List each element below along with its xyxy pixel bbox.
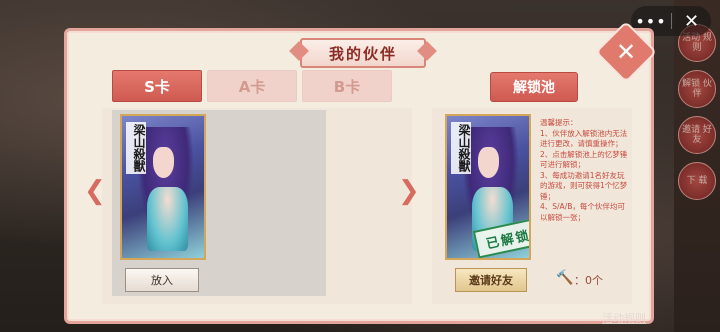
card-art-body [146, 187, 188, 251]
page-title: 我的伙伴 [300, 38, 426, 68]
side-button-4[interactable]: 下 载 [678, 162, 716, 200]
rules-link[interactable]: 活动规则 [602, 310, 646, 326]
close-icon[interactable]: ✕ [672, 11, 711, 32]
partner-card-left[interactable]: 梁山殺獸 [120, 114, 206, 260]
tab-s-card[interactable]: S卡 [112, 70, 202, 102]
side-button-2[interactable]: 解锁 伙伴 [678, 70, 716, 108]
tips-line: 2、点击解锁池上的忆梦锤可进行解锁； [540, 149, 628, 170]
side-button-label: 活动 规则 [682, 33, 712, 53]
arrow-left-icon[interactable]: ❮ [84, 176, 106, 206]
tips-line: 4、S/A/B，每个伙伴均可以解锁一张； [540, 202, 625, 222]
side-button-3[interactable]: 邀请 好友 [678, 116, 716, 154]
tips-text: 温馨提示： 1、伙伴放入解锁池内无法进行更改，请慎重操作； 2、点击解锁池上的忆… [540, 118, 628, 223]
card-name: 梁山殺獸 [451, 122, 471, 174]
tab-a-card[interactable]: A卡 [207, 70, 297, 102]
tab-b-card[interactable]: B卡 [302, 70, 392, 102]
hammer-count: ：0个 [574, 274, 603, 287]
side-button-label: 下 载 [686, 176, 708, 186]
side-button-label: 邀请 好友 [682, 125, 712, 145]
tips-line: 1、伙伴放入解锁池内无法进行更改，请慎重操作； [540, 128, 628, 149]
card-name: 梁山殺獸 [126, 122, 146, 174]
tips-heading: 温馨提示： [540, 118, 578, 127]
corner-close-glyph: ✕ [615, 38, 637, 66]
arrow-right-icon[interactable]: ❯ [398, 176, 420, 206]
hammer-icon[interactable]: 🔨 [556, 270, 573, 286]
partner-card-right: 梁山殺獸 已解锁 [445, 114, 531, 260]
side-button-label: 解锁 伙伴 [682, 79, 712, 99]
tips-line: 3、每成功邀请1名好友玩的游戏，则可获得1个忆梦锤； [540, 170, 628, 201]
unlock-pool-button[interactable]: 解锁池 [490, 72, 578, 102]
invite-friend-button[interactable]: 邀请好友 [455, 268, 527, 292]
place-button[interactable]: 放入 [125, 268, 199, 292]
